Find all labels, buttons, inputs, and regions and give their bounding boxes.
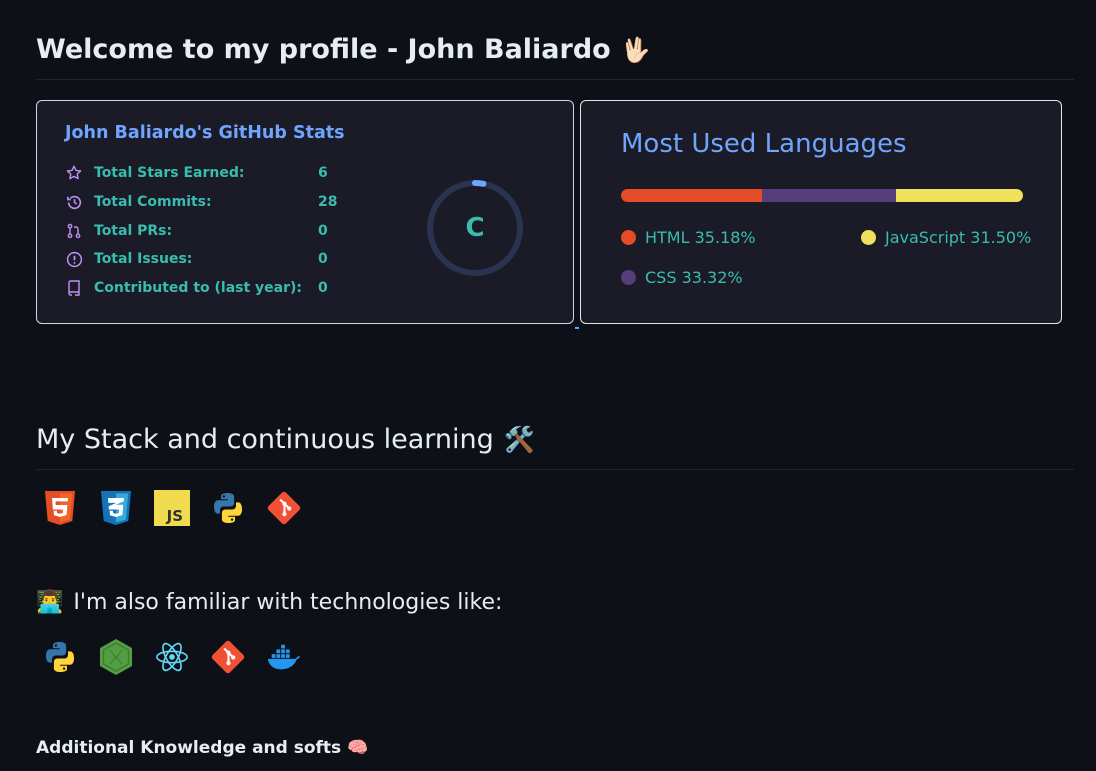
wave-emoji: 🖖🏻 — [620, 35, 651, 64]
python-icon[interactable] — [210, 490, 246, 526]
page-title: Welcome to my profile - John Baliardo 🖖🏻 — [36, 34, 651, 65]
rank-grade: C — [465, 213, 485, 243]
github-stats-card[interactable]: John Baliardo's GitHub Stats Total Stars… — [36, 100, 574, 324]
nodejs-icon[interactable] — [98, 639, 134, 675]
lang-dot — [621, 270, 636, 285]
lang-name: CSS — [645, 268, 677, 287]
language-progress-bar — [621, 189, 1023, 202]
lang-name: HTML — [645, 228, 690, 247]
lang-percent: 31.50% — [970, 228, 1032, 247]
stat-label: Total PRs: — [94, 223, 173, 239]
python-icon[interactable] — [42, 639, 78, 675]
stack-icons: JS — [42, 490, 302, 526]
additional-title: Additional Knowledge and softs — [36, 738, 342, 758]
repo-icon — [65, 279, 83, 297]
brain-emoji: 🧠 — [347, 738, 369, 758]
stack-title: My Stack and continuous learning — [36, 424, 494, 455]
familiar-icons — [42, 639, 302, 675]
git-icon[interactable] — [210, 639, 246, 675]
html5-icon[interactable] — [42, 490, 78, 526]
stat-value: 0 — [318, 251, 328, 267]
css3-icon[interactable] — [98, 490, 134, 526]
react-icon[interactable] — [154, 639, 190, 675]
stat-row-commits: Total Commits: 28 — [65, 192, 337, 212]
star-icon — [65, 164, 83, 182]
stat-value: 0 — [318, 223, 328, 239]
stat-row-contributed: Contributed to (last year): 0 — [65, 278, 328, 298]
stats-card-title: John Baliardo's GitHub Stats — [65, 123, 345, 143]
lang-percent: 35.18% — [694, 228, 756, 247]
divider — [36, 469, 1074, 470]
tools-emoji: 🛠️ — [503, 424, 535, 454]
familiar-title: I'm also familiar with technologies like… — [73, 590, 503, 615]
stat-value: 28 — [318, 194, 338, 210]
stat-label: Total Commits: — [94, 194, 212, 210]
lang-bar-segment-javascript — [896, 189, 1023, 202]
languages-card-title: Most Used Languages — [621, 129, 907, 159]
stat-row-stars: Total Stars Earned: 6 — [65, 163, 328, 183]
lang-bar-segment-html — [621, 189, 763, 202]
docker-icon[interactable] — [266, 639, 302, 675]
link-underline — [575, 327, 579, 329]
technologist-emoji: 👨‍💻 — [36, 590, 64, 615]
lang-dot — [861, 230, 876, 245]
lang-item-html: HTML 35.18% — [621, 228, 756, 247]
lang-bar-segment-css — [762, 189, 897, 202]
stat-row-prs: Total PRs: 0 — [65, 221, 328, 241]
stat-value: 6 — [318, 165, 328, 181]
familiar-heading: 👨‍💻 I'm also familiar with technologies … — [36, 590, 502, 615]
lang-item-javascript: JavaScript 31.50% — [861, 228, 1031, 247]
lang-item-css: CSS 33.32% — [621, 268, 743, 287]
javascript-icon[interactable]: JS — [154, 490, 190, 526]
stat-row-issues: Total Issues: 0 — [65, 249, 328, 269]
lang-percent: 33.32% — [681, 268, 743, 287]
lang-dot — [621, 230, 636, 245]
welcome-title: Welcome to my profile - John Baliardo — [36, 34, 611, 65]
stat-value: 0 — [318, 280, 328, 296]
stack-heading: My Stack and continuous learning 🛠️ — [36, 424, 535, 455]
pull-request-icon — [65, 222, 83, 240]
stat-label: Contributed to (last year): — [94, 280, 303, 296]
top-languages-card[interactable]: Most Used Languages HTML 35.18% JavaScri… — [580, 100, 1062, 324]
git-icon[interactable] — [266, 490, 302, 526]
svg-text:JS: JS — [166, 507, 183, 525]
additional-heading: Additional Knowledge and softs 🧠 — [36, 738, 368, 758]
history-icon — [65, 193, 83, 211]
issue-icon — [65, 250, 83, 268]
stat-label: Total Stars Earned: — [94, 165, 245, 181]
stat-label: Total Issues: — [94, 251, 193, 267]
lang-name: JavaScript — [885, 228, 966, 247]
divider — [36, 79, 1074, 80]
